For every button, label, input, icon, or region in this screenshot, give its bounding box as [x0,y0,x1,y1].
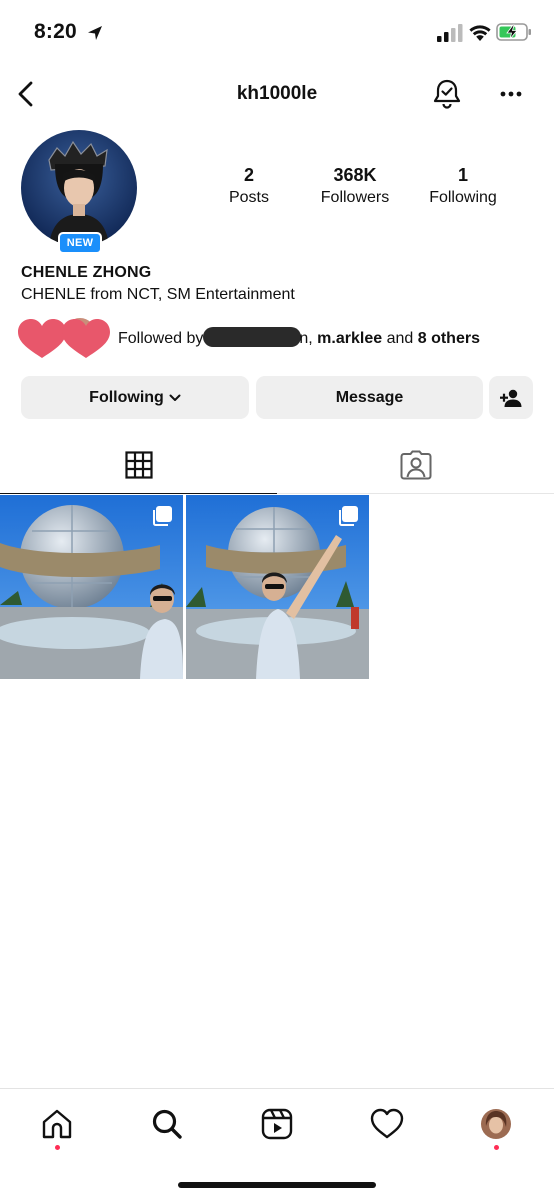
suggested-people-button[interactable] [489,376,533,419]
search-icon [152,1109,182,1139]
profile-username-title: kh1000le [236,83,318,104]
following-count[interactable]: 1 Following [408,164,518,209]
tab-tagged[interactable] [277,436,554,494]
tab-activity[interactable] [367,1104,407,1144]
new-badge: NEW [58,232,102,254]
stat-value: 368K [333,165,377,185]
stat-label: Posts [228,189,269,206]
mutual-followers-row[interactable]: Followed by n, m.arklee and 8 others [16,316,546,360]
heart-icon [370,1108,404,1139]
back-chevron-icon[interactable] [14,79,40,109]
profile-activity-dot [494,1145,499,1150]
tagged-person-icon [400,450,431,479]
redacted-username [203,327,302,347]
stat-label: Following [429,189,497,206]
profile-avatar[interactable] [21,130,137,246]
notifications-bell-icon[interactable] [431,78,463,110]
grid-icon [124,450,153,479]
multiple-photos-icon [339,506,358,526]
followed-by-others[interactable]: 8 others [418,330,480,347]
more-options-icon[interactable] [496,80,526,108]
stat-value: 1 [457,165,468,185]
home-indicator [178,1182,376,1188]
tab-reels[interactable] [257,1104,297,1144]
multiple-photos-icon [153,506,172,526]
location-arrow-icon [88,26,102,40]
followed-by-prefix: Followed by [118,330,204,347]
tab-profile[interactable] [476,1104,516,1144]
following-button-label: Following [89,388,164,406]
tab-posts-grid[interactable] [0,436,277,494]
wifi-icon [469,25,491,41]
status-time: 8:20 [34,20,77,43]
home-icon [42,1109,72,1139]
message-button[interactable]: Message [256,376,483,419]
status-bar: 8:20 [0,0,554,66]
mutual-follower-avatars [18,318,110,358]
message-button-label: Message [335,388,404,406]
following-button[interactable]: Following [21,376,249,419]
stat-value: 2 [243,165,254,185]
profile-avatar-container[interactable]: NEW [21,130,137,254]
battery-charging-icon [496,23,531,41]
profile-display-name: CHENLE ZHONG [21,264,152,281]
followed-by-text: Followed by n, m.arklee and 8 others [118,327,480,348]
add-person-icon [500,389,522,407]
follower-name-2[interactable]: m.arklee [317,330,382,347]
post-thumbnail[interactable] [0,495,183,679]
tab-home[interactable] [37,1104,77,1144]
tab-search[interactable] [147,1104,187,1144]
stat-label: Followers [320,189,390,206]
cellular-signal-icon [437,24,463,42]
reels-icon [261,1108,293,1140]
followed-by-and: and [386,330,414,347]
profile-bio: CHENLE from NCT, SM Entertainment [21,286,295,303]
profile-avatar-icon [481,1109,511,1139]
posts-count[interactable]: 2 Posts [194,164,304,209]
followers-count[interactable]: 368K Followers [300,164,410,209]
chevron-down-icon [169,394,181,401]
post-thumbnail[interactable] [186,495,369,679]
home-activity-dot [55,1145,60,1150]
follower-name-tail: n, [299,330,313,347]
